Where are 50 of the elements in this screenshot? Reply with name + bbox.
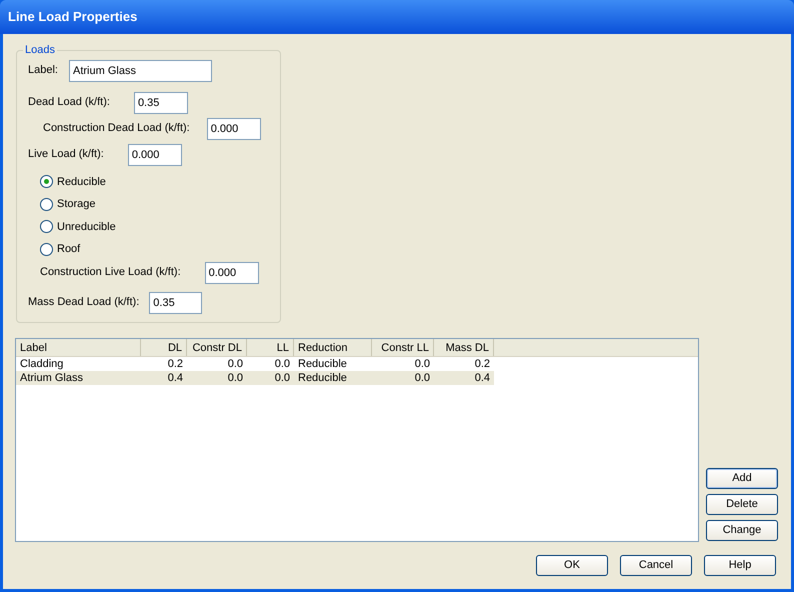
input-field[interactable]: 0.35 [134, 92, 188, 114]
group-legend: Loads [23, 42, 57, 58]
radio-button[interactable] [40, 220, 53, 234]
radio-label: Roof [57, 242, 80, 257]
dialog-button[interactable]: Delete [706, 494, 778, 515]
field-label: Label: [28, 63, 58, 78]
radio-label: Reducible [57, 174, 106, 190]
input-field[interactable]: Atrium Glass [68, 60, 212, 82]
field-label: Construction Dead Load (k/ft): [43, 121, 190, 136]
table-cell-text: Reducible [297, 357, 348, 371]
column-header[interactable]: Mass DL [434, 339, 494, 356]
field-label: Mass Dead Load (k/ft): [28, 295, 140, 310]
radio-label: Unreducible [57, 220, 116, 234]
input-field[interactable]: 0.35 [149, 292, 202, 314]
column-header[interactable]: Constr LL [372, 339, 434, 356]
table-row[interactable]: Atrium Glass 0.4 0.0 0.0 Reducible 0.0 0.4 [16, 371, 494, 385]
column-header[interactable]: DL [141, 339, 187, 356]
table-cell-text: 0.0 [226, 371, 244, 385]
table-cell-text: 0.4 [474, 371, 491, 385]
table-cell-text: Cladding [19, 357, 64, 371]
input-field[interactable]: 0.000 [206, 118, 261, 140]
table-cell-text: 0.0 [226, 357, 244, 371]
table-cell-text: 0.4 [166, 371, 184, 385]
radio-button[interactable] [40, 175, 53, 188]
table-cell-text: 0.0 [414, 371, 431, 385]
column-header[interactable]: Label [16, 339, 141, 356]
table-cell-text: 0.0 [274, 357, 291, 371]
window-title: Line Load Properties [8, 8, 138, 26]
table-cell-text: Reducible [297, 371, 348, 385]
dialog-button[interactable]: Change [706, 520, 778, 541]
column-header[interactable]: Reduction [294, 339, 372, 356]
table-cell-text: Atrium Glass [19, 371, 84, 385]
dialog-button[interactable]: Add [706, 468, 778, 489]
column-header[interactable]: LL [247, 339, 294, 356]
dialog-button[interactable]: OK [536, 555, 608, 576]
radio-label: Storage [57, 197, 96, 212]
input-field[interactable]: 0.000 [204, 262, 259, 284]
table-cell-text: 0.2 [166, 357, 184, 371]
field-label: Construction Live Load (k/ft): [40, 265, 181, 280]
table-cell-text: 0.0 [414, 357, 431, 371]
table-cell-text: 0.0 [274, 371, 291, 385]
input-field[interactable]: 0.000 [128, 144, 182, 166]
radio-button[interactable] [40, 242, 53, 256]
dialog-button[interactable]: Cancel [620, 555, 692, 576]
field-label: Dead Load (k/ft): [28, 95, 110, 110]
field-label: Live Load (k/ft): [28, 147, 104, 162]
radio-button[interactable] [40, 198, 53, 211]
dialog-button[interactable]: Help [704, 555, 776, 576]
table-cell-text: 0.2 [474, 357, 491, 371]
column-header[interactable]: Constr DL [187, 339, 247, 356]
